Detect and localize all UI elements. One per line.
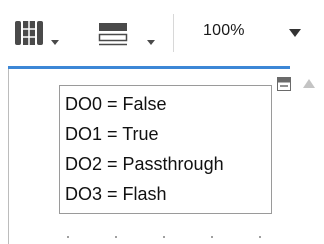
canvas-border <box>8 69 9 244</box>
label-do0: DO0 = False <box>65 94 167 114</box>
grid-dot <box>211 236 213 238</box>
collapse-icon[interactable] <box>277 77 291 91</box>
toolbar-separator <box>173 14 174 52</box>
selection-accent-line <box>8 66 290 69</box>
grid-layout-icon <box>15 21 59 45</box>
scroll-up-arrow-icon[interactable] <box>302 78 316 90</box>
grid-dot <box>163 236 165 238</box>
label-do3: DO3 = Flash <box>65 184 167 204</box>
grid-dot <box>67 236 69 238</box>
grid-dot <box>115 236 117 238</box>
label-do2: DO2 = Passthrough <box>65 154 224 174</box>
zoom-level[interactable]: 100% <box>203 22 245 40</box>
horizontal-rows-icon <box>98 23 155 46</box>
rows-layout-button[interactable] <box>98 16 160 52</box>
layout-button[interactable] <box>14 16 64 52</box>
chevron-down-icon[interactable] <box>288 28 302 38</box>
grid-dot <box>259 236 261 238</box>
toolbar: 100% <box>0 0 324 64</box>
label-do1: DO1 = True <box>65 124 159 144</box>
